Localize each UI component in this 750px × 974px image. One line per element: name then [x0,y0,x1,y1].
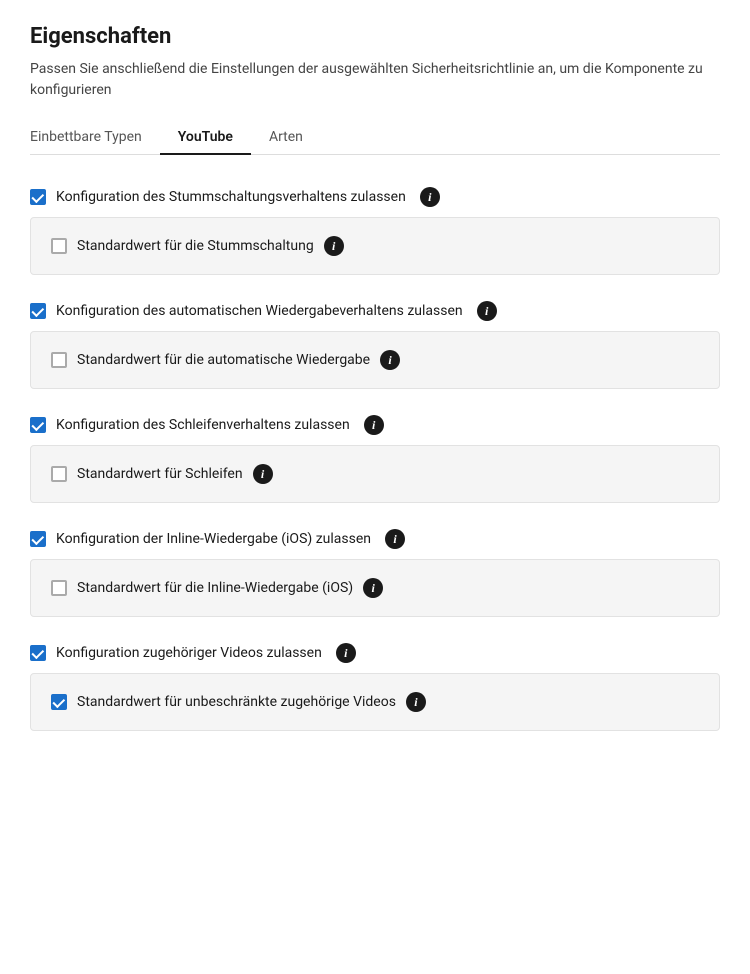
info-icon-wiedergabe-main[interactable]: i [477,301,497,321]
info-icon-inline-sub[interactable]: i [363,578,383,598]
info-icon-stummschaltung-sub[interactable]: i [324,236,344,256]
section-zugehoerige-videos: Konfiguration zugehöriger Videos zulasse… [30,633,720,731]
tab-arten[interactable]: Arten [251,121,321,155]
info-icon-zugehoerige-sub[interactable]: i [406,692,426,712]
sub-panel-schleifen: Standardwert für Schleifen i [30,445,720,503]
section-wiedergabe: Konfiguration des automatischen Wiederga… [30,291,720,389]
main-row-wiedergabe: Konfiguration des automatischen Wiederga… [30,291,720,331]
info-icon-schleifen-sub[interactable]: i [253,464,273,484]
checkbox-wiedergabe-sub[interactable] [51,352,67,368]
checkbox-zugehoerige-sub[interactable] [51,694,67,710]
label-wiedergabe-main: Konfiguration des automatischen Wiederga… [56,303,463,319]
section-stummschaltung: Konfiguration des Stummschaltungsverhalt… [30,177,720,275]
checkbox-inline-main[interactable] [30,531,46,547]
main-row-inline-wiedergabe: Konfiguration der Inline-Wiedergabe (iOS… [30,519,720,559]
label-schleifen-main: Konfiguration des Schleifenverhaltens zu… [56,417,350,433]
sub-panel-inline: Standardwert für die Inline-Wiedergabe (… [30,559,720,617]
tab-youtube[interactable]: YouTube [160,121,251,155]
sub-panel-wiedergabe: Standardwert für die automatische Wieder… [30,331,720,389]
sub-panel-stummschaltung: Standardwert für die Stummschaltung i [30,217,720,275]
label-inline-sub: Standardwert für die Inline-Wiedergabe (… [77,580,353,596]
section-inline-wiedergabe: Konfiguration der Inline-Wiedergabe (iOS… [30,519,720,617]
checkbox-schleifen-sub[interactable] [51,466,67,482]
label-stummschaltung-main: Konfiguration des Stummschaltungsverhalt… [56,189,406,205]
sub-panel-zugehoerige: Standardwert für unbeschränkte zugehörig… [30,673,720,731]
label-wiedergabe-sub: Standardwert für die automatische Wieder… [77,352,370,368]
section-schleifen: Konfiguration des Schleifenverhaltens zu… [30,405,720,503]
checkbox-zugehoerige-main[interactable] [30,645,46,661]
label-stummschaltung-sub: Standardwert für die Stummschaltung [77,238,314,254]
checkbox-inline-sub[interactable] [51,580,67,596]
info-icon-zugehoerige-main[interactable]: i [336,643,356,663]
tab-einbettbare-typen[interactable]: Einbettbare Typen [30,121,160,155]
sections-container: Konfiguration des Stummschaltungsverhalt… [30,177,720,731]
tabs-container: Einbettbare Typen YouTube Arten [30,121,720,155]
page-description: Passen Sie anschließend die Einstellunge… [30,59,710,101]
page-title: Eigenschaften [30,24,720,49]
info-icon-inline-main[interactable]: i [385,529,405,549]
info-icon-wiedergabe-sub[interactable]: i [380,350,400,370]
info-icon-stummschaltung-main[interactable]: i [420,187,440,207]
main-row-stummschaltung: Konfiguration des Stummschaltungsverhalt… [30,177,720,217]
label-zugehoerige-sub: Standardwert für unbeschränkte zugehörig… [77,694,396,710]
checkbox-wiedergabe-main[interactable] [30,303,46,319]
checkbox-schleifen-main[interactable] [30,417,46,433]
main-row-schleifen: Konfiguration des Schleifenverhaltens zu… [30,405,720,445]
checkbox-stummschaltung-main[interactable] [30,189,46,205]
label-schleifen-sub: Standardwert für Schleifen [77,466,243,482]
checkbox-stummschaltung-sub[interactable] [51,238,67,254]
info-icon-schleifen-main[interactable]: i [364,415,384,435]
main-row-zugehoerige-videos: Konfiguration zugehöriger Videos zulasse… [30,633,720,673]
label-zugehoerige-main: Konfiguration zugehöriger Videos zulasse… [56,645,322,661]
label-inline-main: Konfiguration der Inline-Wiedergabe (iOS… [56,531,371,547]
